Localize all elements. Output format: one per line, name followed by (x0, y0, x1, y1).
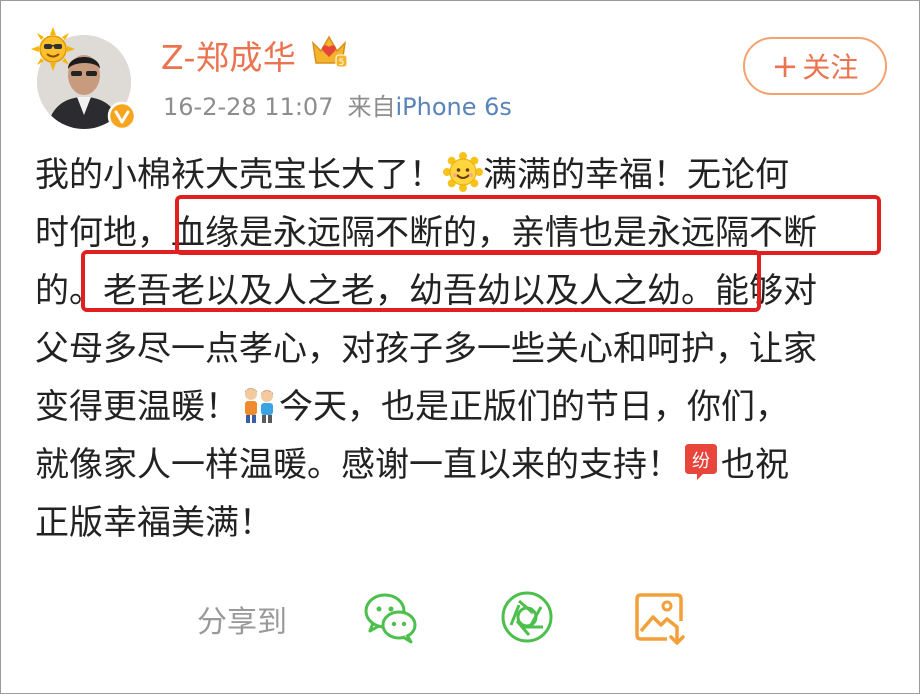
text-segment: 满满的幸福！无论何 (483, 155, 789, 195)
moments-icon[interactable] (499, 589, 555, 645)
avatar-container[interactable] (31, 27, 137, 131)
post-meta: 16-2-28 11:07 来自iPhone 6s (163, 87, 512, 122)
share-label: 分享到 (197, 605, 287, 640)
save-image-icon[interactable] (633, 589, 689, 645)
family-emoji-icon (245, 388, 273, 423)
verified-badge-icon (107, 101, 137, 131)
post-text-line-4: 父母多尽一点孝心，对孩子多一些关心和呵护，让家 (35, 329, 817, 369)
post-card: Z-郑成华 5 16-2-28 11:07 来自iPhone 6s + 关注 我的… (0, 0, 920, 694)
sun-smile-emoji-icon (443, 152, 483, 192)
wechat-icon[interactable] (363, 589, 419, 645)
plus-icon: + (771, 47, 799, 85)
follow-label: 关注 (802, 51, 859, 84)
svg-text:5: 5 (339, 58, 345, 68)
post-text-line-7: 正版幸福美满！ (35, 503, 273, 543)
text-segment: 我的小棉袄大壳宝长大了！ (35, 155, 443, 195)
highlight-box-2 (81, 250, 761, 312)
text-segment: 变得更温暖！ (35, 387, 239, 427)
username[interactable]: Z-郑成华 (161, 31, 296, 79)
post-device-link[interactable]: iPhone 6s (395, 93, 511, 121)
post-source-prefix: 来自 (347, 93, 396, 121)
text-segment: 今天，也是正版们的节日，你们， (279, 387, 789, 427)
text-segment: 也祝 (721, 445, 789, 485)
text-segment: 就像家人一样温暖。感谢一直以来的支持！ (35, 445, 681, 485)
post-time: 16-2-28 11:07 (163, 93, 334, 121)
post-text-line-6: 就像家人一样温暖。感谢一直以来的支持！ 纷 也祝 (35, 437, 789, 486)
sun-badge-icon (31, 27, 75, 71)
vip-crown-icon[interactable]: 5 (309, 33, 349, 69)
highlight-box-1 (175, 195, 881, 255)
svg-text:纷: 纷 (692, 451, 710, 472)
post-text-line-1: 我的小棉袄大壳宝长大了！ 满满的幸福！无论何 (35, 147, 789, 196)
post-text-line-5: 变得更温暖！ 今天，也是正版们的节日，你们， (35, 379, 789, 428)
follow-button[interactable]: + 关注 (743, 37, 887, 95)
gongdou-badge-icon: 纷 (685, 444, 717, 480)
